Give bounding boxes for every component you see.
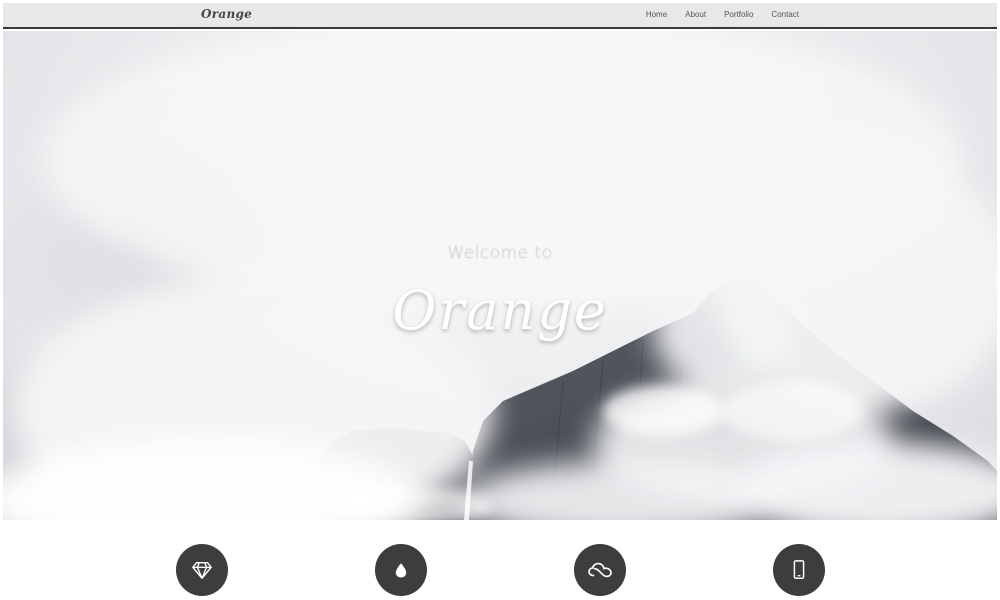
hero-title: Orange (392, 279, 608, 342)
nav-contact[interactable]: Contact (771, 10, 799, 19)
mobile-icon (793, 560, 805, 579)
nav-portfolio[interactable]: Portfolio (724, 10, 753, 19)
hero-welcome-text: Welcome to (447, 243, 553, 263)
page-frame: Orange Home About Portfolio Contact Welc… (3, 3, 997, 597)
nav-home[interactable]: Home (646, 10, 667, 19)
features-section (3, 520, 997, 597)
feature-diamond[interactable] (176, 544, 228, 596)
hero-background-image (3, 31, 997, 520)
feature-mobile[interactable] (773, 544, 825, 596)
nav-links: Home About Portfolio Contact (646, 10, 799, 19)
cloud-icon (588, 562, 612, 578)
diamond-icon (192, 561, 212, 579)
feature-cloud[interactable] (574, 544, 626, 596)
drop-icon (395, 563, 407, 578)
navbar: Orange Home About Portfolio Contact (3, 3, 997, 29)
nav-about[interactable]: About (685, 10, 706, 19)
brand-logo[interactable]: Orange (201, 7, 252, 21)
hero-section: Welcome to Orange (3, 31, 997, 520)
feature-drop[interactable] (375, 544, 427, 596)
